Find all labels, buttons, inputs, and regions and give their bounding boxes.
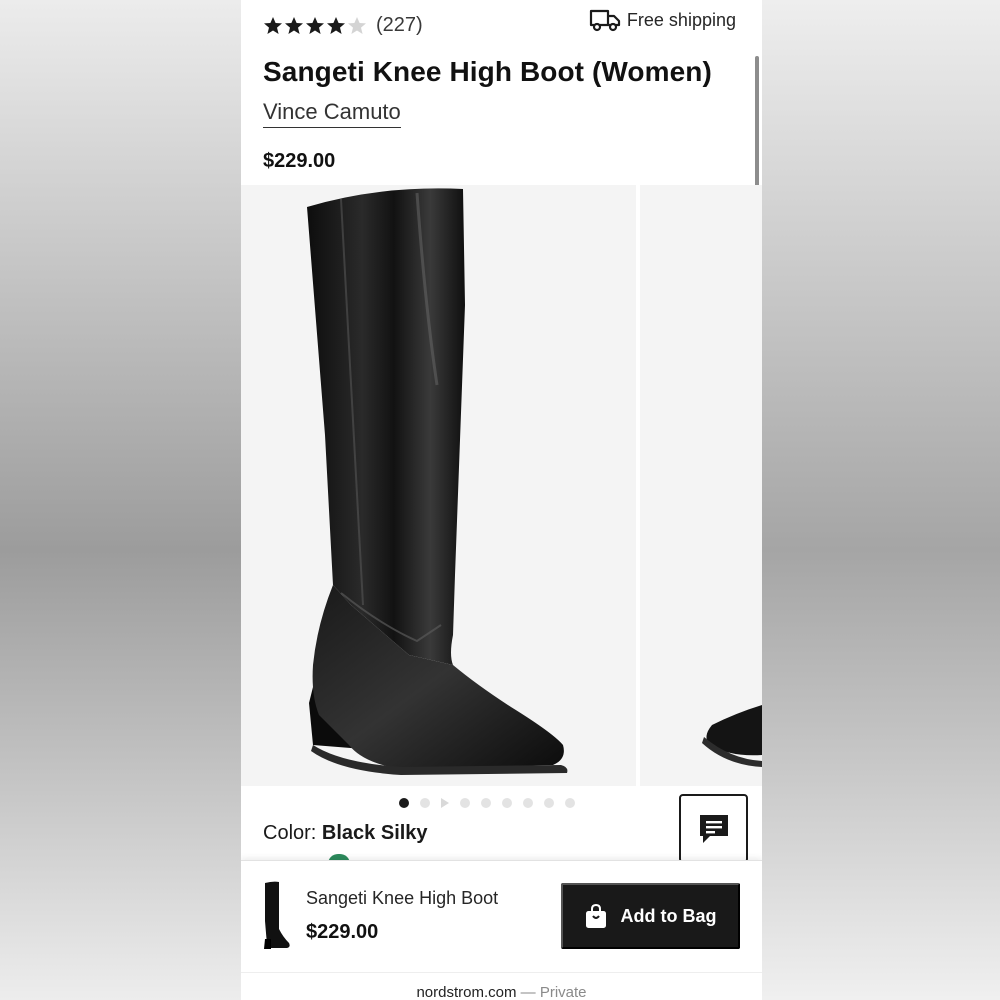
gallery-dot[interactable] <box>544 798 554 808</box>
sticky-product-title: Sangeti Knee High Boot <box>306 888 499 908</box>
gallery-dot[interactable] <box>399 798 409 808</box>
chat-button[interactable] <box>679 794 748 863</box>
private-mode-label: Private <box>539 984 587 1000</box>
star-rating <box>263 16 367 36</box>
boot-image <box>307 188 568 775</box>
color-value: Black Silky <box>321 822 428 844</box>
background-left <box>0 0 241 1000</box>
gallery-dot[interactable] <box>502 798 512 808</box>
gallery-dot[interactable] <box>523 798 533 808</box>
product-image-next[interactable] <box>640 185 762 786</box>
rating-row[interactable]: (227) <box>263 14 423 37</box>
truck-icon <box>589 9 621 32</box>
star-icon <box>306 16 324 34</box>
add-to-bag-label: Add to Bag <box>620 905 717 926</box>
review-count[interactable]: (227) <box>376 14 423 37</box>
add-to-bag-button[interactable]: Add to Bag <box>561 883 740 949</box>
product-page: (227) Free shipping Sangeti Knee High Bo… <box>241 0 762 1000</box>
browser-url-bar[interactable]: nordstrom.com — Private <box>241 972 762 1000</box>
free-shipping-label: Free shipping <box>626 9 736 30</box>
background-right <box>762 0 1000 1000</box>
star-icon <box>264 16 282 34</box>
color-label: Color: <box>263 822 317 844</box>
star-icon <box>327 16 345 34</box>
color-selector-label: Color: Black Silky <box>263 822 428 845</box>
gallery-pagination[interactable] <box>399 798 575 808</box>
gallery-dot[interactable] <box>420 798 430 808</box>
free-shipping-badge: Free shipping <box>589 7 736 33</box>
image-gallery[interactable] <box>241 185 762 786</box>
star-icon <box>285 16 303 34</box>
star-icon <box>348 16 366 34</box>
url-separator: — <box>520 984 536 1000</box>
sticky-add-bar: Sangeti Knee High Boot $229.00 Add to Ba… <box>241 860 762 972</box>
gallery-video-dot[interactable] <box>441 798 449 808</box>
shopping-bag-icon <box>585 903 606 928</box>
url-domain: nordstrom.com <box>416 984 517 1000</box>
boot-image-partial <box>702 705 762 767</box>
gallery-dot[interactable] <box>460 798 470 808</box>
chat-icon <box>699 814 728 843</box>
brand-link[interactable]: Vince Camuto <box>263 99 401 128</box>
product-price: $229.00 <box>263 150 336 172</box>
product-title: Sangeti Knee High Boot (Women) <box>263 56 712 87</box>
product-thumbnail <box>264 881 290 949</box>
product-image-main[interactable] <box>241 185 636 786</box>
sticky-product-price: $229.00 <box>306 921 379 943</box>
gallery-dot[interactable] <box>481 798 491 808</box>
gallery-dot[interactable] <box>565 798 575 808</box>
